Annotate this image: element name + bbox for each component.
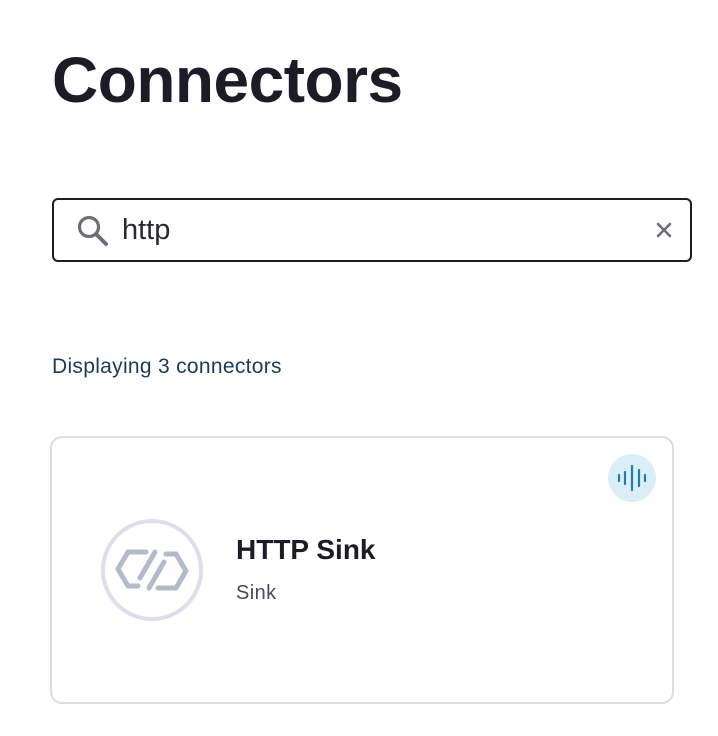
close-icon — [650, 222, 678, 247]
result-count: Displaying 3 connectors — [52, 355, 282, 378]
connector-type: Sink — [236, 582, 277, 604]
connectors-page: Connectors Displaying 3 connectors — [0, 0, 718, 736]
audio-wave-icon — [608, 454, 656, 502]
search-icon — [76, 214, 110, 248]
search-input[interactable] — [122, 208, 622, 252]
clear-search-button[interactable] — [650, 216, 678, 244]
connector-card-http-sink[interactable]: HTTP Sink Sink — [50, 436, 674, 704]
search-box[interactable] — [52, 198, 692, 262]
link-hexagon-icon — [100, 518, 204, 622]
page-title: Connectors — [52, 44, 403, 116]
connector-name: HTTP Sink — [236, 534, 376, 565]
